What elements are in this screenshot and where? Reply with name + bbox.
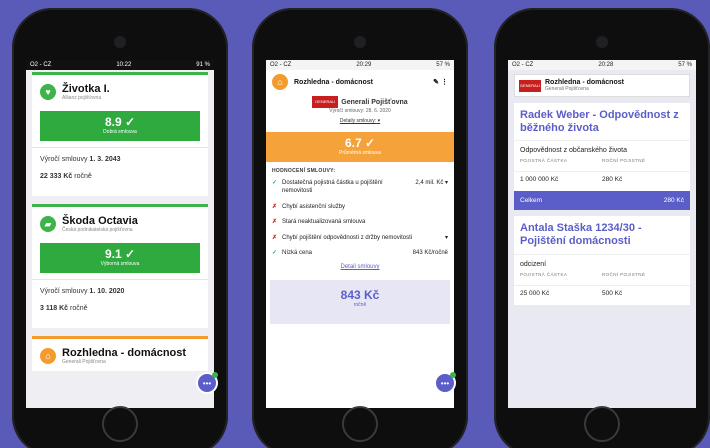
home-button[interactable] [584,406,620,442]
battery: 91 % [196,62,210,68]
price-row: 3 118 Kč ročně [40,305,88,313]
price-value: 843 Kč [340,288,380,303]
score-badge: 9.1 ✓ Výborná smlouva [40,243,200,274]
phone-1: O2 - CZ 10:22 91 % ♥ Životka I. Allianz … [12,8,228,448]
chat-icon: ••• [440,378,450,388]
home-button[interactable] [342,406,378,442]
camera [596,36,608,48]
contract-title: Rozhledna - domácnost [294,78,373,86]
score-label: Výborná smlouva [100,261,140,268]
coverage-block: Antala Staška 1234/30 - Pojištění domácn… [514,216,690,305]
screen-coverage-detail: O2 - CZ 20:28 57 % GENERALI Rozhledna - … [508,60,696,408]
contract-card[interactable]: ♥ Životka I. Allianz pojišťovna 8.9 ✓ Do… [32,72,208,197]
more-icon[interactable]: ⋮ [441,79,448,86]
evaluation-title: HODNOCENÍ SMLOUVY: [272,168,336,174]
contract-name: Rozhledna - domácnost [545,79,624,86]
contract-card[interactable]: ⌂ Rozhledna - domácnost Generali Pojišťo… [32,336,208,372]
chat-icon: ••• [202,378,212,388]
coverage-heading: Radek Weber - Odpovědnost z běžného živo… [520,109,679,134]
car-icon: ▰ [40,216,56,233]
anniversary-row: Výročí smlouvy 1. 10. 2020 [40,288,125,296]
insurer-name: Generali Pojišťovna [62,359,106,366]
insurer-name: Česká podnikatelská pojišťovna [62,227,133,234]
contract-card[interactable]: ▰ Škoda Octavia Česká podnikatelská poji… [32,204,208,329]
phone-2: O2 - CZ 20:29 57 % ⌂ Rozhledna - domácno… [252,8,468,448]
chat-button[interactable]: ••• [434,372,456,394]
screen-contract-detail: O2 - CZ 20:29 57 % ⌂ Rozhledna - domácno… [266,60,454,408]
generali-logo: GENERALI [312,96,339,108]
details-toggle[interactable]: Detaily smlouvy: ▾ [266,118,454,124]
evaluation-item: ✗ Chybí asistenční služby [272,203,346,210]
status-bar: O2 - CZ 20:28 57 % [508,60,696,70]
anniversary: Výročí smlouvy: 28. 6. 2020 [329,108,391,114]
coverage-block: Radek Weber - Odpovědnost z běžného živo… [514,103,690,211]
score-value: 8.9 [104,115,122,130]
detail-header: ⌂ Rozhledna - domácnost ✎ ⋮ [266,70,454,94]
anniversary-row: Výročí smlouvy 1. 3. 2043 [40,156,121,164]
score-value: 9.1 [104,247,122,262]
time: 10:22 [116,62,132,68]
evaluation-item[interactable]: ✓ Dostatečná pojistná částka u pojištění … [272,179,448,196]
house-icon: ⌂ [40,348,56,365]
coverage-name: odcizení [514,253,690,272]
insurer-name: Allianz pojišťovna [62,95,102,102]
camera [114,36,126,48]
insurer-name: Generali Pojišťovna [545,86,589,92]
insurer-block: GENERALI Generali Pojišťovna Výročí smlou… [266,96,454,124]
coverage-heading: Antala Staška 1234/30 - Pojištění domácn… [520,222,642,247]
chat-button[interactable]: ••• [196,372,218,394]
price-period: ročně [353,302,367,309]
score-badge: 8.9 ✓ Dobrá smlouva [40,111,200,142]
evaluation-item: ✓ Nízká cena 843 Kč/ročně [272,249,448,256]
contract-detail-link[interactable]: Detail smlouvy [266,264,454,270]
carrier: O2 - CZ [30,62,52,68]
house-icon: ⌂ [272,74,288,90]
contract-name: Škoda Octavia [62,215,138,228]
camera [354,36,366,48]
status-bar: O2 - CZ 20:29 57 % [266,60,454,70]
contract-name: Životka I. [62,83,110,95]
screen-contracts-list: O2 - CZ 10:22 91 % ♥ Životka I. Allianz … [26,60,214,408]
price-row: 22 333 Kč ročně [40,173,92,181]
score-label: Dobrá smlouva [103,129,137,136]
contract-header: GENERALI Rozhledna - domácnost Generali … [514,74,690,97]
total-row: Celkem 280 Kč [514,191,690,211]
status-bar: O2 - CZ 10:22 91 % [26,60,214,70]
evaluation-list: HODNOCENÍ SMLOUVY: ✓ Dostatečná pojistná … [266,162,454,257]
edit-icon[interactable]: ✎ [433,79,439,86]
evaluation-item[interactable]: ✗ Chybí pojištění odpovědnosti z držby ne… [272,234,448,242]
generali-logo: GENERALI [519,79,541,92]
phone-3: O2 - CZ 20:28 57 % GENERALI Rozhledna - … [494,8,710,448]
score-badge: 6.7 ✓ Průměrná smlouva [266,132,454,162]
heart-icon: ♥ [40,84,56,101]
coverage-name: Odpovědnost z občanského života [514,140,690,158]
price-box: 843 Kč ročně [270,280,450,325]
evaluation-item: ✗ Stará neaktualizovaná smlouva [272,219,366,226]
contract-name: Rozhledna - domácnost [62,347,187,360]
home-button[interactable] [102,406,138,442]
